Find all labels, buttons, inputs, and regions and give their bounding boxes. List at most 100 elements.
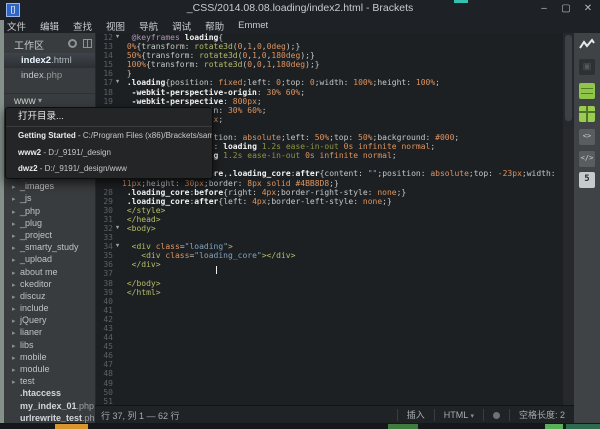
line-number: 16: [96, 69, 113, 78]
tree-item-mobile[interactable]: ▸mobile: [4, 351, 95, 363]
code-line-18: 18 -webkit-perspective-origin: 30% 60%;: [96, 88, 564, 97]
node-label: _project: [20, 230, 52, 240]
fold-arrow-icon[interactable]: ▼: [113, 224, 122, 233]
tree-item-_php[interactable]: ▸_php: [4, 205, 95, 217]
language-selector[interactable]: HTML ▾: [434, 409, 483, 421]
tree-item-_smarty_study[interactable]: ▸_smarty_study: [4, 241, 95, 253]
code-line-45: 45: [96, 342, 564, 351]
code-line-42: 42: [96, 315, 564, 324]
maximize-button[interactable]: ▢: [558, 3, 574, 15]
menu-查找[interactable]: 查找: [66, 19, 99, 33]
menu-文件[interactable]: 文件: [0, 19, 33, 33]
code-tag-icon[interactable]: </>: [579, 151, 595, 167]
tree-item-my_index_01.php[interactable]: my_index_01.php: [4, 400, 95, 412]
fold-gutter: [113, 188, 122, 197]
code-line-32: 32▼ <body>: [96, 224, 564, 233]
tree-item-discuz[interactable]: ▸discuz: [4, 290, 95, 302]
indent-setting[interactable]: 空格长度: 2: [509, 409, 574, 421]
fold-gutter: [113, 351, 122, 360]
tree-item-test[interactable]: ▸test: [4, 375, 95, 387]
node-label: jQuery: [20, 315, 47, 325]
menu-调试[interactable]: 调试: [165, 19, 198, 33]
insert-mode-indicator[interactable]: 插入: [397, 409, 434, 421]
tree-item-_plug[interactable]: ▸_plug: [4, 217, 95, 229]
fold-arrow-icon[interactable]: ▼: [113, 242, 122, 251]
code-line-34: 34▼ <div class="loading">: [96, 242, 564, 251]
vertical-scrollbar[interactable]: [563, 33, 574, 405]
extension-brick-icon[interactable]: [579, 83, 595, 99]
working-files-list: index2.htmlindex.php: [4, 53, 95, 83]
desktop-artifact: [454, 0, 468, 3]
gear-icon[interactable]: [68, 39, 77, 48]
tree-item-libs[interactable]: ▸libs: [4, 339, 95, 351]
menu-Emmet[interactable]: Emmet: [231, 20, 275, 31]
tree-item-about me[interactable]: ▸about me: [4, 266, 95, 278]
line-number: 42: [96, 315, 113, 324]
fold-gutter: [113, 269, 122, 278]
line-number: 32: [96, 224, 113, 233]
tree-item-urlrewrite_test.php[interactable]: urlrewrite_test.php: [4, 412, 95, 423]
tree-item-_project[interactable]: ▸_project: [4, 229, 95, 241]
disabled-extension-icon[interactable]: ▣: [579, 59, 595, 75]
live-preview-icon[interactable]: [579, 37, 595, 53]
gift-extension-icon[interactable]: [579, 106, 595, 122]
menu-编辑[interactable]: 编辑: [33, 19, 66, 33]
line-number: 43: [96, 324, 113, 333]
node-label: include: [20, 303, 49, 313]
line-number: 17: [96, 78, 113, 87]
node-label: _js: [20, 193, 32, 203]
project-name: www: [14, 96, 36, 107]
working-file-index.php[interactable]: index.php: [4, 68, 95, 83]
open-folder-menu-item[interactable]: 打开目录...: [6, 108, 212, 125]
tree-item-ckeditor[interactable]: ▸ckeditor: [4, 278, 95, 290]
minimize-button[interactable]: –: [536, 3, 552, 15]
tree-item-_images[interactable]: ▸_images: [4, 180, 95, 192]
code-line-31: 31 </head>: [96, 215, 564, 224]
menu-视图[interactable]: 视图: [99, 19, 132, 33]
tree-item-module[interactable]: ▸module: [4, 363, 95, 375]
line-number: 12: [96, 33, 113, 42]
recent-project-Getting Started[interactable]: Getting Started - C:/Program Files (x86)…: [6, 128, 212, 145]
working-file-index2.html[interactable]: index2.html: [4, 53, 95, 68]
file-base: my_index_01: [20, 401, 77, 411]
code-text: 11px;height: 30px;border: 8px solid #4BB…: [122, 179, 339, 188]
tree-item-_upload[interactable]: ▸_upload: [4, 253, 95, 265]
code-snippet-icon[interactable]: <>: [579, 129, 595, 145]
desktop-artifact: [566, 424, 600, 429]
split-view-icon[interactable]: [83, 39, 92, 48]
code-line-36: 36 </div>: [96, 260, 564, 269]
code-line-15: 15 100%{transform: rotate3d(0,0,1,180deg…: [96, 60, 564, 69]
code-line-39: 39 </html>: [96, 288, 564, 297]
window-title: _CSS/2014.08.08.loading/index2.html - Br…: [0, 2, 600, 14]
node-label: test: [20, 376, 35, 386]
recent-project-name: www2: [18, 148, 41, 157]
line-number: 30: [96, 206, 113, 215]
code-text: </html>: [122, 288, 161, 297]
fold-gutter: [113, 369, 122, 378]
line-number: 35: [96, 251, 113, 260]
tree-item-.htaccess[interactable]: .htaccess: [4, 387, 95, 399]
tree-item-include[interactable]: ▸include: [4, 302, 95, 314]
tree-item-_js[interactable]: ▸_js: [4, 192, 95, 204]
fold-arrow-icon[interactable]: ▼: [113, 78, 122, 87]
lint-status[interactable]: [483, 409, 509, 421]
file-ext: .php: [44, 70, 63, 81]
html5-icon[interactable]: 5: [579, 172, 595, 188]
tree-item-jQuery[interactable]: ▸jQuery: [4, 314, 95, 326]
close-button[interactable]: ✕: [580, 3, 596, 15]
desktop-artifact: [545, 424, 563, 429]
recent-project-www2[interactable]: www2 - D:/_9191/_design: [6, 145, 212, 162]
tree-item-lianer[interactable]: ▸lianer: [4, 326, 95, 338]
code-editor[interactable]: 12▼ @keyframes loading{13 0%{transform: …: [95, 33, 564, 405]
node-label: ckeditor: [20, 279, 52, 289]
menu-帮助[interactable]: 帮助: [198, 19, 231, 33]
project-dropdown-menu: 打开目录... Getting Started - C:/Program Fil…: [5, 107, 213, 179]
node-label: module: [20, 364, 50, 374]
code-line-30: 30 </style>: [96, 206, 564, 215]
fold-gutter: [113, 342, 122, 351]
menu-导航[interactable]: 导航: [132, 19, 165, 33]
scrollbar-thumb[interactable]: [565, 35, 572, 121]
recent-project-dwz2[interactable]: dwz2 - D:/_9191/_design/www: [6, 161, 212, 178]
file-tree: ▸_CSS▸_images▸_js▸_php▸_plug▸_project▸_s…: [4, 168, 95, 423]
fold-arrow-icon[interactable]: ▼: [113, 33, 122, 42]
